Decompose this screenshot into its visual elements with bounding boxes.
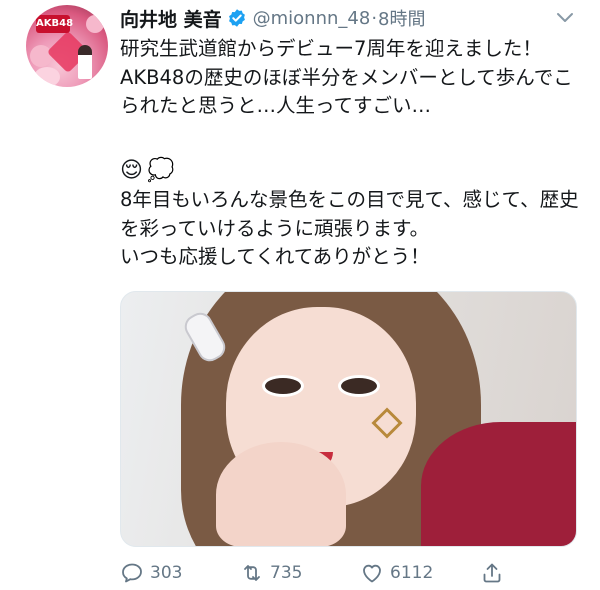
separator-dot: ·: [371, 7, 378, 29]
verified-badge-icon: [228, 9, 245, 27]
photo-eye: [262, 375, 304, 397]
photo-sweater: [421, 422, 576, 546]
timestamp[interactable]: 8時間: [378, 5, 425, 31]
tweet-header: 向井地 美音 @mionnn_48 · 8時間: [120, 5, 426, 31]
retweet-button[interactable]: 735: [240, 560, 302, 586]
retweet-icon: [244, 565, 260, 581]
avatar-logo: AKB48: [36, 15, 73, 33]
thought-balloon-emoji: 💭: [146, 157, 175, 183]
like-button[interactable]: 6112: [360, 560, 433, 586]
tweet: AKB48 向井地 美音 @mionnn_48 · 8時間 研究生武道館からデビ…: [0, 0, 600, 590]
tweet-text-continued: 8年目もいろんな景色をこの目で見て、感じて、歴史を彩っていけるように頑張ります。…: [120, 188, 579, 268]
reply-icon: [122, 563, 142, 583]
emoji-row: 😌 💭: [120, 156, 174, 184]
like-count: 6112: [390, 563, 434, 583]
balloon-decoration: [34, 67, 60, 87]
reply-button[interactable]: 303: [120, 560, 182, 586]
relieved-face-emoji: 😌: [120, 157, 143, 183]
user-handle[interactable]: @mionnn_48: [253, 8, 371, 29]
reply-count: 303: [150, 563, 183, 583]
tweet-photo[interactable]: [120, 291, 577, 547]
avatar-figure: [78, 45, 92, 79]
photo-hand: [216, 442, 346, 546]
share-icon: [483, 563, 501, 583]
avatar[interactable]: AKB48: [26, 5, 108, 87]
retweet-count: 735: [270, 563, 303, 583]
photo-eye: [338, 375, 380, 397]
share-button[interactable]: [480, 560, 504, 586]
tweet-text: 研究生武道館からデビュー7周年を迎えました！ AKB48の歴史のほぼ半分をメンバ…: [120, 37, 573, 117]
heart-icon: [363, 564, 381, 583]
display-name[interactable]: 向井地 美音: [120, 5, 222, 32]
chevron-down-icon[interactable]: [555, 10, 575, 24]
action-bar: 303 735 6112: [120, 560, 520, 586]
balloon-decoration: [86, 15, 104, 33]
